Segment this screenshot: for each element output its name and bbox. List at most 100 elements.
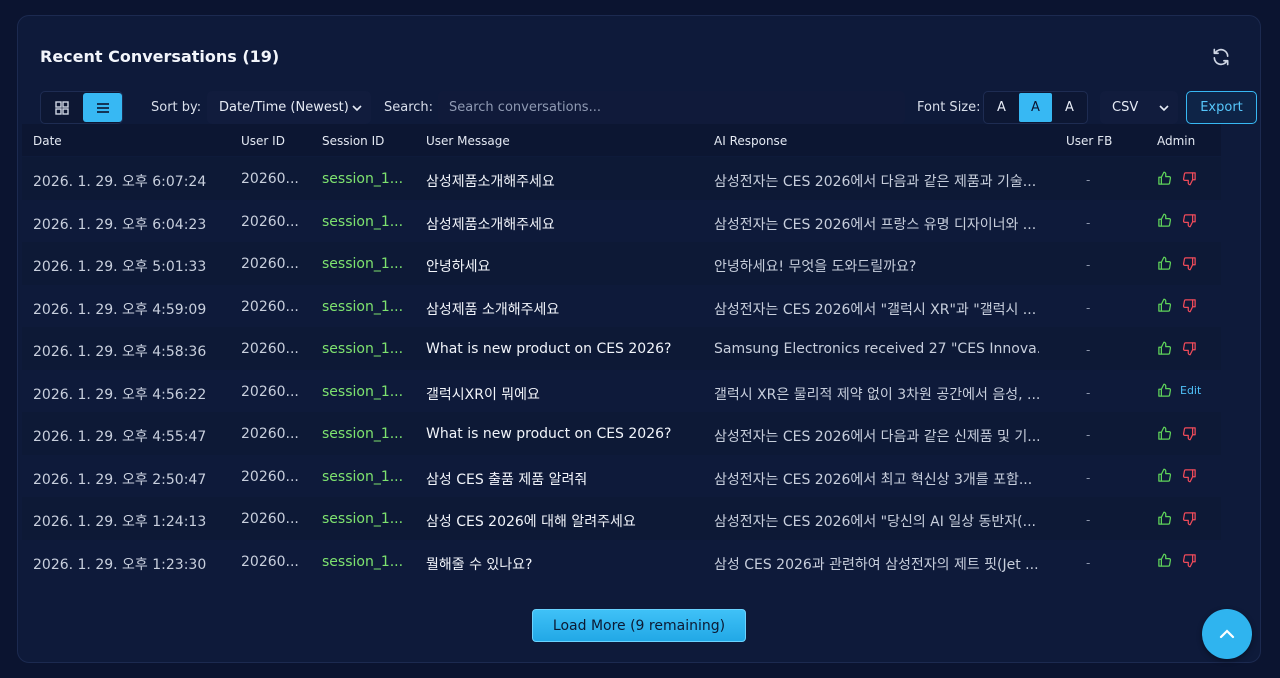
cell-user-id: 20260... (241, 553, 299, 570)
thumbs-down-icon[interactable] (1180, 467, 1198, 485)
thumbs-up-icon[interactable] (1155, 509, 1173, 527)
cell-ai-response: 삼성전자는 CES 2026에서 프랑스 유명 디자이너와 ... (714, 216, 1037, 233)
refresh-icon[interactable] (1210, 46, 1232, 68)
cell-session-id[interactable]: session_1... (322, 511, 402, 527)
load-more-button[interactable]: Load More (9 remaining) (532, 609, 746, 642)
cell-date: 2026. 1. 29. 오후 4:58:36 (33, 344, 207, 360)
cell-user-message: 삼성 CES 2026에 대해 알려주세요 (426, 514, 636, 530)
cell-user-message: 뭘해줄 수 있나요? (426, 556, 533, 573)
table-row[interactable]: 2026. 1. 29. 오후 5:01:33 20260... session_1… (22, 242, 1221, 285)
table-row[interactable]: 2026. 1. 29. 오후 1:24:13 20260... session_1… (22, 497, 1221, 540)
column-admin: Admin (1157, 134, 1196, 148)
chevron-up-icon (1219, 629, 1235, 639)
admin-actions (1155, 552, 1198, 570)
cell-user-id: 20260... (241, 426, 299, 442)
table-row[interactable]: 2026. 1. 29. 오후 1:23:30 20260... session_1… (22, 539, 1221, 582)
grid-view-icon (54, 100, 69, 115)
list-view-icon (96, 102, 109, 113)
grid-view-button[interactable] (42, 93, 81, 122)
toolbar: Sort by: Date/Time (Newest) Search: Font… (40, 91, 1257, 124)
thumbs-up-icon[interactable] (1155, 424, 1173, 442)
admin-actions (1155, 254, 1198, 272)
cell-session-id[interactable]: session_1... (322, 299, 402, 315)
column-user-fb[interactable]: User FB (1066, 134, 1112, 148)
thumbs-up-icon[interactable] (1155, 297, 1173, 315)
cell-date: 2026. 1. 29. 오후 6:04:23 (33, 216, 207, 233)
scroll-top-button[interactable] (1202, 609, 1252, 659)
export-format-select[interactable]: CSV (1100, 91, 1178, 124)
thumbs-up-icon[interactable] (1155, 254, 1173, 272)
sort-label: Sort by: (151, 100, 202, 115)
column-user-message[interactable]: User Message (426, 134, 510, 148)
chevron-down-icon (1159, 105, 1169, 112)
thumbs-down-icon[interactable] (1180, 339, 1198, 357)
thumbs-up-icon[interactable] (1155, 552, 1173, 570)
cell-user-message: What is new product on CES 2026? (426, 426, 672, 442)
cell-ai-response: 삼성전자는 CES 2026에서 "당신의 AI 일상 동반자(... (714, 514, 1036, 530)
cell-user-message: 삼성제품소개해주세요 (426, 216, 555, 233)
cell-user-message: 삼성제품소개해주세요 (426, 174, 555, 190)
search-input[interactable] (438, 91, 905, 124)
cell-ai-response: 삼성전자는 CES 2026에서 다음과 같은 신제품 및 기... (714, 429, 1039, 445)
cell-date: 2026. 1. 29. 오후 4:59:09 (33, 301, 207, 318)
table-row[interactable]: 2026. 1. 29. 오후 2:50:47 20260... session_1… (22, 454, 1221, 497)
cell-session-id[interactable]: session_1... (322, 469, 402, 485)
cell-session-id[interactable]: session_1... (322, 214, 402, 230)
search-label: Search: (384, 100, 434, 115)
cell-user-id: 20260... (241, 298, 299, 315)
cell-session-id[interactable]: session_1... (322, 256, 402, 272)
table-row[interactable]: 2026. 1. 29. 오후 4:58:36 20260... session_1… (22, 327, 1221, 370)
column-date[interactable]: Date (33, 134, 62, 148)
export-button[interactable]: Export (1186, 91, 1257, 124)
cell-session-id[interactable]: session_1... (322, 554, 402, 570)
thumbs-up-icon[interactable] (1155, 467, 1173, 485)
thumbs-up-icon[interactable] (1155, 339, 1173, 357)
admin-actions (1155, 339, 1198, 357)
thumbs-up-icon[interactable] (1155, 169, 1173, 187)
cell-session-id[interactable]: session_1... (322, 384, 402, 400)
cell-session-id[interactable]: session_1... (322, 341, 402, 357)
thumbs-down-icon[interactable] (1180, 297, 1198, 315)
cell-session-id[interactable]: session_1... (322, 171, 402, 187)
column-user-id[interactable]: User ID (241, 134, 285, 148)
cell-session-id[interactable]: session_1... (322, 426, 402, 442)
list-view-button[interactable] (83, 93, 122, 122)
admin-actions (1155, 509, 1198, 527)
thumbs-down-icon[interactable] (1180, 424, 1198, 442)
thumbs-up-icon[interactable] (1155, 212, 1173, 230)
thumbs-up-icon[interactable] (1155, 382, 1173, 400)
cell-user-message: 삼성제품 소개해주세요 (426, 301, 560, 318)
thumbs-down-icon[interactable] (1180, 254, 1198, 272)
sort-select[interactable]: Date/Time (Newest) (207, 91, 371, 124)
thumbs-down-icon[interactable] (1180, 509, 1198, 527)
admin-actions (1155, 169, 1198, 187)
thumbs-down-icon[interactable] (1180, 212, 1198, 230)
font-size-small-button[interactable]: A (985, 93, 1018, 122)
cell-user-id: 20260... (241, 256, 299, 272)
font-size-group: A A A (983, 91, 1088, 124)
sort-select-value: Date/Time (Newest) (219, 100, 349, 115)
cell-user-id: 20260... (241, 383, 299, 400)
admin-actions (1155, 297, 1198, 315)
table-row[interactable]: 2026. 1. 29. 오후 6:07:24 20260... session_1… (22, 157, 1221, 200)
cell-user-id: 20260... (241, 468, 299, 485)
thumbs-down-icon[interactable] (1180, 169, 1198, 187)
column-session-id[interactable]: Session ID (322, 134, 384, 148)
cell-date: 2026. 1. 29. 오후 1:23:30 (33, 556, 207, 573)
cell-user-fb: - (1086, 513, 1091, 527)
table-row[interactable]: 2026. 1. 29. 오후 4:59:09 20260... session_1… (22, 284, 1221, 327)
cell-date: 2026. 1. 29. 오후 4:55:47 (33, 429, 207, 445)
cell-user-message: 삼성 CES 출품 제품 알려줘 (426, 471, 588, 488)
table-row[interactable]: 2026. 1. 29. 오후 4:55:47 20260... session_1… (22, 412, 1221, 455)
table-row[interactable]: 2026. 1. 29. 오후 4:56:22 20260... session_1… (22, 369, 1221, 412)
column-ai-response[interactable]: AI Response (714, 134, 787, 148)
export-format-value: CSV (1112, 100, 1139, 115)
font-size-large-button[interactable]: A (1053, 93, 1086, 122)
edit-link[interactable]: Edit (1180, 384, 1201, 397)
thumbs-down-icon[interactable] (1180, 552, 1198, 570)
cell-user-message: What is new product on CES 2026? (426, 341, 672, 357)
cell-user-fb: - (1086, 470, 1091, 485)
table-row[interactable]: 2026. 1. 29. 오후 6:04:23 20260... session_1… (22, 199, 1221, 242)
cell-ai-response: 삼성전자는 CES 2026에서 최고 혁신상 3개를 포함... (714, 471, 1033, 488)
font-size-medium-button[interactable]: A (1019, 93, 1052, 122)
